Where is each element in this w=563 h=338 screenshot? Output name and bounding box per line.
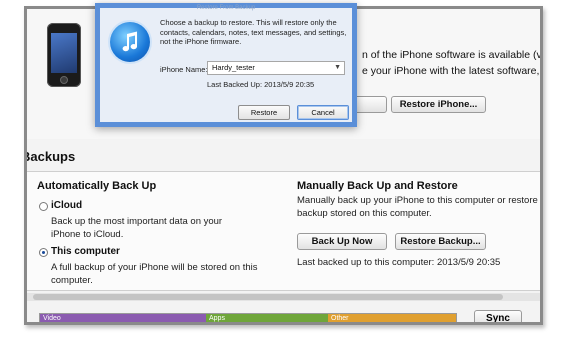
chevron-down-icon: ▼ bbox=[334, 64, 341, 71]
icloud-radio-label[interactable]: iCloud bbox=[51, 200, 82, 211]
sync-button[interactable]: Sync bbox=[474, 310, 522, 322]
capacity-segment-video: Video bbox=[40, 314, 206, 322]
manual-backup-heading: Manually Back Up and Restore bbox=[297, 180, 458, 192]
iphone-image bbox=[47, 23, 81, 87]
iphone-name-select[interactable]: Hardy_tester ▼ bbox=[207, 61, 345, 75]
update-message: n of the iPhone software is available (v… bbox=[362, 47, 543, 79]
dialog-message: Choose a backup to restore. This will re… bbox=[160, 18, 347, 46]
horizontal-scrollbar[interactable] bbox=[27, 293, 540, 301]
capacity-segment-apps: Apps bbox=[206, 314, 328, 322]
restore-button[interactable]: Restore bbox=[238, 105, 290, 120]
last-backed-up-label: Last Backed Up: 2013/5/9 20:35 bbox=[207, 80, 315, 89]
icloud-radio[interactable] bbox=[39, 202, 48, 211]
icloud-description: Back up the most important data on your … bbox=[51, 216, 223, 240]
capacity-label-video: Video bbox=[43, 315, 61, 322]
capacity-label-apps: Apps bbox=[209, 315, 225, 322]
back-up-now-button[interactable]: Back Up Now bbox=[297, 233, 387, 250]
backups-heading: Backups bbox=[24, 149, 76, 164]
restore-backup-button[interactable]: Restore Backup... bbox=[395, 233, 486, 250]
capacity-label-other: Other bbox=[331, 315, 349, 322]
capacity-segment-other: Other bbox=[328, 314, 456, 322]
auto-backup-heading: Automatically Back Up bbox=[37, 180, 157, 192]
backups-panel: Automatically Back Up iCloud Back up the… bbox=[27, 171, 540, 291]
this-computer-description: A full backup of your iPhone will be sto… bbox=[51, 262, 258, 286]
this-computer-radio-label[interactable]: This computer bbox=[51, 246, 120, 257]
cancel-button[interactable]: Cancel bbox=[297, 105, 349, 120]
iphone-screen bbox=[51, 33, 77, 73]
restore-iphone-button[interactable]: Restore iPhone... bbox=[391, 96, 486, 113]
dialog-title: Restore From Backup bbox=[196, 5, 256, 11]
iphone-home-button bbox=[60, 76, 68, 84]
update-line-2: e your iPhone with the latest software, … bbox=[362, 65, 543, 77]
this-computer-radio[interactable] bbox=[39, 248, 48, 257]
itunes-icon bbox=[110, 22, 150, 62]
manual-backup-description: Manually back up your iPhone to this com… bbox=[297, 195, 543, 219]
last-backed-up-text: Last backed up to this computer: 2013/5/… bbox=[297, 257, 501, 268]
iphone-name-label: iPhone Name: bbox=[160, 65, 208, 74]
update-line-1: n of the iPhone software is available (v… bbox=[362, 49, 542, 61]
scrollbar-thumb[interactable] bbox=[33, 294, 503, 300]
capacity-bar: Video Apps Other bbox=[39, 313, 457, 322]
restore-backup-dialog: Restore From Backup Choose a backup to r… bbox=[95, 3, 357, 127]
iphone-name-value: Hardy_tester bbox=[212, 63, 255, 72]
